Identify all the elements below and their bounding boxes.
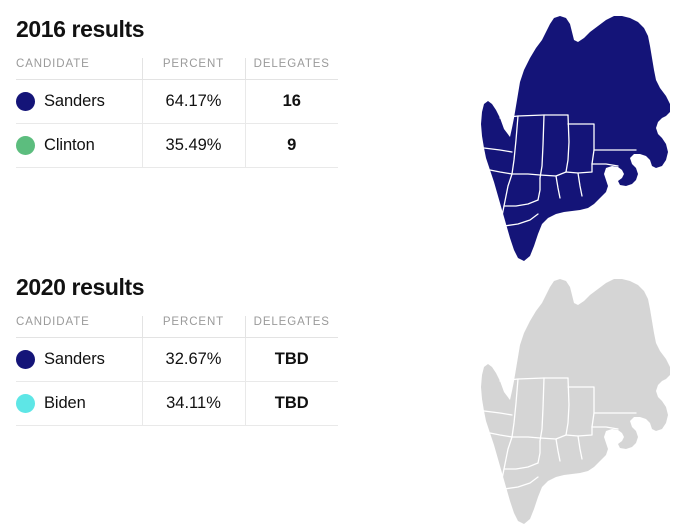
results-tables-column: 2016 results CANDIDATE PERCENT DELEGATES (0, 0, 400, 525)
table-row: Sanders 32.67% TBD (16, 337, 338, 382)
maine-outline-path (481, 16, 670, 261)
candidate-name: Sanders (44, 350, 105, 368)
candidate-name: Sanders (44, 92, 105, 110)
maine-state-shape (481, 279, 670, 524)
cell-delegates: 9 (244, 123, 338, 168)
column-header-delegates: DELEGATES (244, 316, 338, 338)
cell-delegates: 16 (244, 79, 338, 124)
candidate-name: Clinton (44, 136, 95, 154)
results-table-2016: CANDIDATE PERCENT DELEGATES Sanders 64.1… (16, 58, 338, 168)
cell-percent: 35.49% (141, 123, 245, 168)
table-row: Biden 34.11% TBD (16, 381, 338, 426)
table-header-row: CANDIDATE PERCENT DELEGATES (16, 58, 338, 80)
table-header-row: CANDIDATE PERCENT DELEGATES (16, 316, 338, 338)
maps-column (400, 0, 700, 525)
section-2020-results: 2020 results CANDIDATE PERCENT DELEGATES (16, 272, 338, 426)
maine-map-2016-svg (481, 16, 670, 261)
column-header-candidate: CANDIDATE (16, 316, 142, 338)
section-2016-results: 2016 results CANDIDATE PERCENT DELEGATES (16, 14, 338, 168)
results-infographic: 2016 results CANDIDATE PERCENT DELEGATES (0, 0, 700, 525)
clinton-dot-icon (16, 136, 35, 155)
cell-candidate: Clinton (16, 123, 142, 168)
maine-map-2016 (408, 0, 693, 262)
sanders-dot-icon (16, 350, 35, 369)
column-header-percent: PERCENT (141, 316, 245, 338)
maine-outline-path (481, 279, 670, 524)
table-row: Clinton 35.49% 9 (16, 123, 338, 168)
biden-dot-icon (16, 394, 35, 413)
sanders-dot-icon (16, 92, 35, 111)
candidate-name: Biden (44, 394, 86, 412)
column-header-delegates: DELEGATES (244, 58, 338, 80)
column-header-candidate: CANDIDATE (16, 58, 142, 80)
maine-map-2020-svg (481, 279, 670, 524)
table-row: Sanders 64.17% 16 (16, 79, 338, 124)
maine-state-shape (481, 16, 670, 261)
cell-percent: 32.67% (141, 337, 245, 382)
page-title-2020: 2020 results (16, 274, 145, 300)
column-header-percent: PERCENT (141, 58, 245, 80)
cell-percent: 64.17% (141, 79, 245, 124)
cell-delegates: TBD (244, 381, 338, 426)
cell-candidate: Sanders (16, 337, 142, 382)
page-title-2016: 2016 results (16, 16, 145, 42)
cell-candidate: Biden (16, 381, 142, 426)
cell-delegates: TBD (244, 337, 338, 382)
cell-percent: 34.11% (141, 381, 245, 426)
cell-candidate: Sanders (16, 79, 142, 124)
results-table-2020: CANDIDATE PERCENT DELEGATES Sanders 32.6… (16, 316, 338, 426)
maine-map-2020 (408, 263, 693, 525)
